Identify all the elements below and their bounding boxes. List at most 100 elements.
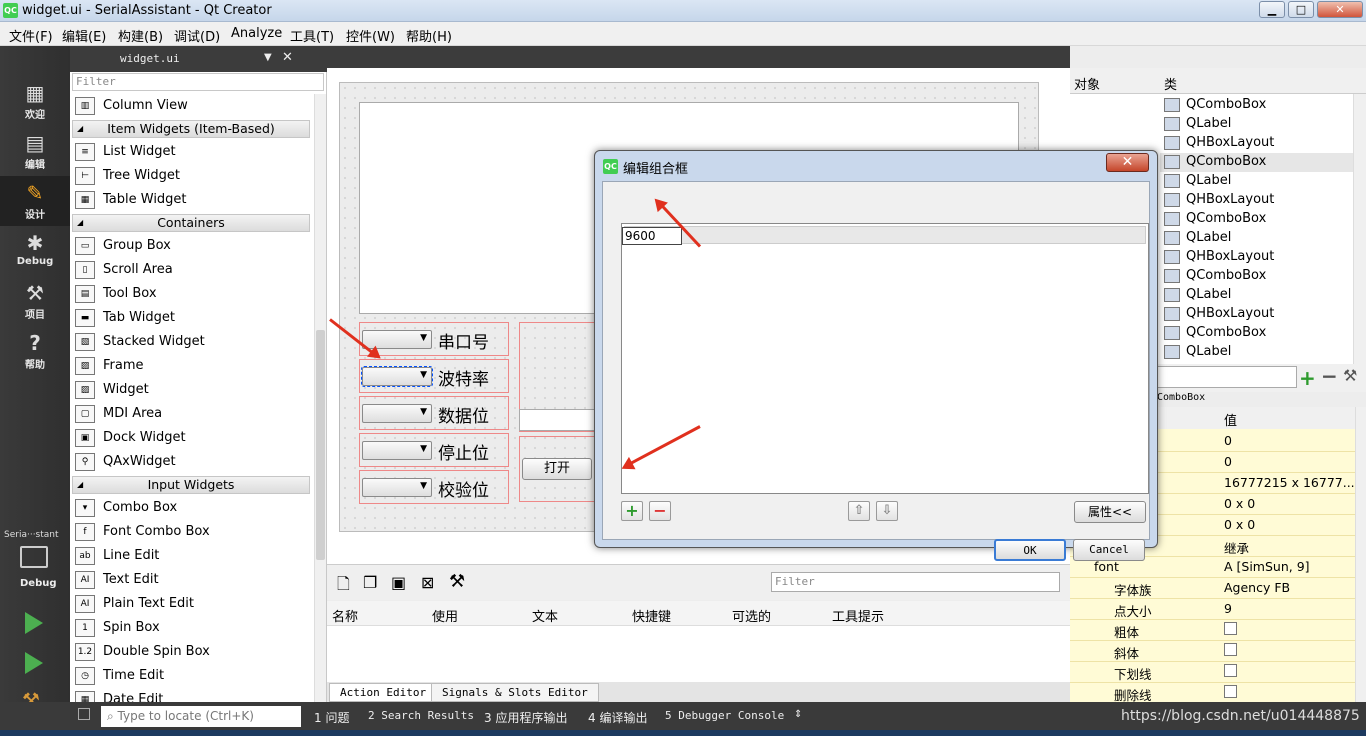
property-value[interactable]: 0 x 0 xyxy=(1224,517,1255,532)
mode-edit[interactable]: ▤ 编辑 xyxy=(0,126,70,176)
property-value[interactable]: A [SimSun, 9] xyxy=(1224,559,1310,574)
pane-app-output[interactable]: 3 应用程序输出 xyxy=(484,709,567,726)
parity-combo[interactable] xyxy=(362,478,432,497)
object-row[interactable]: QHBoxLayout xyxy=(1160,134,1360,153)
property-row[interactable]: 删除线 xyxy=(1070,683,1355,704)
object-row[interactable]: QHBoxLayout xyxy=(1160,305,1360,324)
open-port-button[interactable]: 打开 xyxy=(522,458,592,480)
mode-debug[interactable]: ✱ Debug xyxy=(0,226,70,276)
configure-icon[interactable]: ⚒ xyxy=(1343,366,1357,385)
sidebar-toggle-icon[interactable] xyxy=(78,708,90,720)
editor-tab-filename[interactable]: widget.ui xyxy=(120,52,180,65)
property-row[interactable]: 下划线 xyxy=(1070,662,1355,683)
widget-item-tool-box[interactable]: ▤ Tool Box xyxy=(72,282,312,306)
widget-item-mdi-area[interactable]: ▢ MDI Area xyxy=(72,402,312,426)
widget-item-font-combo-box[interactable]: f Font Combo Box xyxy=(72,520,312,544)
pane-compile-output[interactable]: 4 编译输出 xyxy=(588,709,647,726)
object-row[interactable]: QLabel xyxy=(1160,172,1360,191)
pane-search-results[interactable]: 2 Search Results xyxy=(368,709,474,722)
monitor-icon[interactable] xyxy=(20,546,48,568)
property-value[interactable]: Agency FB xyxy=(1224,580,1290,595)
widget-item-text-edit[interactable]: AI Text Edit xyxy=(72,568,312,592)
close-icon[interactable]: ✕ xyxy=(282,50,293,65)
pane-debugger-console[interactable]: 5 Debugger Console xyxy=(665,709,784,722)
property-row[interactable]: 粗体 xyxy=(1070,620,1355,641)
run-icon[interactable] xyxy=(25,612,43,634)
new-action-icon[interactable]: 🗋 xyxy=(337,573,350,600)
object-inspector-scrollbar[interactable] xyxy=(1353,94,1366,364)
menu-build[interactable]: 构建(B) xyxy=(118,26,163,45)
widget-item-dock-widget[interactable]: ▣ Dock Widget xyxy=(72,426,312,450)
mode-projects[interactable]: ⚒ 项目 xyxy=(0,276,70,326)
widget-item-spin-box[interactable]: 1 Spin Box xyxy=(72,616,312,640)
widget-item-qaxwidget[interactable]: ⚲ QAxWidget xyxy=(72,450,312,474)
object-column-header[interactable]: 对象 xyxy=(1074,74,1100,93)
object-row[interactable]: QComboBox xyxy=(1160,324,1360,343)
object-row[interactable]: QHBoxLayout xyxy=(1160,191,1360,210)
minimize-button[interactable]: ▁ xyxy=(1259,1,1285,18)
widget-item-double-spin-box[interactable]: 1.2 Double Spin Box xyxy=(72,640,312,664)
stopbits-combo[interactable] xyxy=(362,441,432,460)
delete-action-icon[interactable]: ⊠ xyxy=(421,573,434,592)
widget-item-table-widget[interactable]: ▦ Table Widget xyxy=(72,188,312,212)
tab-signals-slots[interactable]: Signals & Slots Editor xyxy=(431,683,599,702)
widget-item-tab-widget[interactable]: ▬ Tab Widget xyxy=(72,306,312,330)
list-item[interactable] xyxy=(624,226,1146,244)
copy-action-icon[interactable]: ❐ xyxy=(363,573,377,592)
col-name[interactable]: 名称 xyxy=(332,606,358,625)
cancel-button[interactable]: Cancel xyxy=(1073,539,1145,561)
col-used[interactable]: 使用 xyxy=(432,606,458,625)
value-column-header[interactable]: 值 xyxy=(1224,410,1237,429)
property-checkbox[interactable] xyxy=(1224,664,1237,680)
maximize-button[interactable]: □ xyxy=(1288,1,1314,18)
widget-item-plain-text-edit[interactable]: AI Plain Text Edit xyxy=(72,592,312,616)
move-up-button[interactable]: ⇧ xyxy=(848,501,870,521)
widget-item-scroll-area[interactable]: ▯ Scroll Area xyxy=(72,258,312,282)
category-item-widgets-item-based[interactable]: ◢ Item Widgets (Item-Based) xyxy=(72,120,310,138)
property-value[interactable]: 0 xyxy=(1224,433,1232,448)
dialog-close-button[interactable]: ✕ xyxy=(1106,153,1149,172)
property-value[interactable]: 0 xyxy=(1224,454,1232,469)
menu-analyze[interactable]: Analyze xyxy=(231,26,282,41)
menu-tools[interactable]: 工具(T) xyxy=(290,26,334,45)
property-filter-input[interactable] xyxy=(1155,366,1297,388)
menu-edit[interactable]: 编辑(E) xyxy=(62,26,106,45)
mode-design[interactable]: ✎ 设计 xyxy=(0,176,70,226)
object-row[interactable]: QComboBox xyxy=(1160,267,1360,286)
pane-issues[interactable]: 1 问题 xyxy=(314,709,349,726)
debug-run-icon[interactable] xyxy=(25,652,43,674)
remove-item-button[interactable]: − xyxy=(649,501,671,521)
widget-item-widget[interactable]: ▨ Widget xyxy=(72,378,312,402)
object-row[interactable]: QLabel xyxy=(1160,115,1360,134)
menu-file[interactable]: 文件(F) xyxy=(9,26,53,45)
object-row[interactable]: QComboBox xyxy=(1160,96,1360,115)
object-row[interactable]: QLabel xyxy=(1160,229,1360,248)
class-column-header[interactable]: 类 xyxy=(1164,74,1177,93)
action-filter-input[interactable]: Filter xyxy=(771,572,1060,592)
property-checkbox[interactable] xyxy=(1224,643,1237,659)
menu-widgets[interactable]: 控件(W) xyxy=(346,26,395,45)
widget-item-frame[interactable]: ▨ Frame xyxy=(72,354,312,378)
property-row[interactable]: 点大小 9 xyxy=(1070,599,1355,620)
mode-help[interactable]: ? 帮助 xyxy=(0,326,70,376)
item-edit-field[interactable]: 9600 xyxy=(622,227,682,245)
add-item-button[interactable]: + xyxy=(621,501,643,521)
properties-toggle-button[interactable]: 属性<< xyxy=(1074,501,1146,523)
items-list[interactable] xyxy=(621,223,1149,494)
baud-combo[interactable] xyxy=(361,366,433,387)
mode-welcome[interactable]: ▦ 欢迎 xyxy=(0,76,70,126)
widget-filter-input[interactable]: Filter xyxy=(72,73,324,91)
category-input-widgets[interactable]: ◢ Input Widgets xyxy=(72,476,310,494)
widget-item-time-edit[interactable]: ◷ Time Edit xyxy=(72,664,312,688)
chevron-down-icon[interactable]: ▼ xyxy=(264,52,272,63)
property-checkbox[interactable] xyxy=(1224,685,1237,701)
widget-item-line-edit[interactable]: ab Line Edit xyxy=(72,544,312,568)
widget-box-scrollbar[interactable] xyxy=(314,94,326,702)
add-property-icon[interactable]: + xyxy=(1299,366,1316,390)
widget-item-group-box[interactable]: ▭ Group Box xyxy=(72,234,312,258)
object-row[interactable]: QHBoxLayout xyxy=(1160,248,1360,267)
widget-item-tree-widget[interactable]: ⊢ Tree Widget xyxy=(72,164,312,188)
col-text[interactable]: 文本 xyxy=(532,606,558,625)
property-value[interactable]: 继承 xyxy=(1224,538,1249,557)
tab-action-editor[interactable]: Action Editor xyxy=(329,683,438,702)
